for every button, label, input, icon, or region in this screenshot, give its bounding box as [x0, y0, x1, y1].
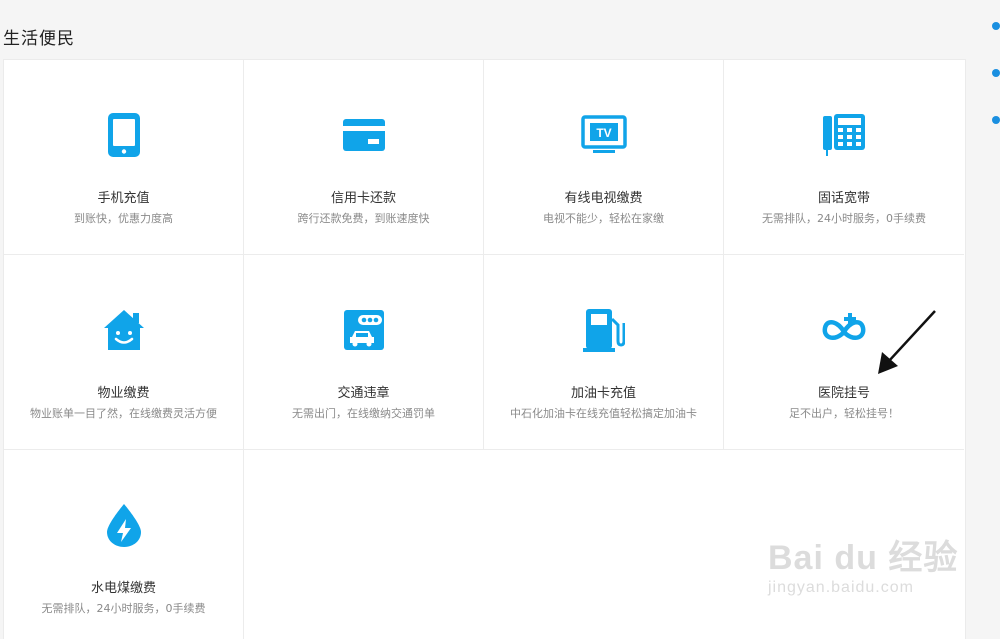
watermark-logo: Bai du 经验 — [768, 539, 959, 577]
service-tile-fuel-card[interactable]: 加油卡充值 中石化加油卡在线充值轻松搞定加油卡 — [484, 255, 724, 450]
svg-text:TV: TV — [596, 126, 611, 140]
landline-phone-icon — [724, 110, 964, 160]
water-drop-icon — [4, 500, 243, 550]
service-desc: 电视不能少，轻松在家缴 — [543, 212, 664, 225]
service-tile-utilities[interactable]: 水电煤缴费 无需排队，24小时服务，0手续费 — [4, 450, 244, 639]
service-desc: 无需排队，24小时服务，0手续费 — [762, 212, 926, 225]
service-desc: 物业账单一目了然，在线缴费灵活方便 — [30, 407, 217, 420]
fuel-pump-icon — [484, 305, 723, 355]
service-name: 有线电视缴费 — [564, 191, 643, 206]
mobile-phone-icon — [4, 110, 243, 160]
service-tile-property-fee[interactable]: 物业缴费 物业账单一目了然，在线缴费灵活方便 — [4, 255, 244, 450]
service-desc: 无需排队，24小时服务，0手续费 — [41, 602, 206, 615]
service-name: 物业缴费 — [97, 386, 150, 401]
service-name: 固话宽带 — [817, 191, 870, 206]
service-name: 手机充值 — [97, 191, 150, 206]
annotation-arrow — [878, 310, 936, 374]
section-title: 生活便民 — [3, 29, 75, 49]
car-ticket-icon — [244, 305, 483, 355]
service-name: 医院挂号 — [817, 386, 870, 401]
watermark-url: jingyan.baidu.com — [768, 579, 914, 596]
service-desc: 跨行还款免费，到账速度快 — [297, 212, 430, 225]
service-name: 信用卡还款 — [330, 191, 396, 206]
side-bullets — [992, 22, 1000, 163]
bullet-dot — [992, 69, 1000, 77]
service-tile-traffic-violation[interactable]: 交通违章 无需出门，在线缴纳交通罚单 — [244, 255, 484, 450]
credit-card-icon — [244, 110, 483, 160]
bullet-dot — [992, 22, 1000, 30]
service-name: 交通违章 — [337, 386, 390, 401]
service-name: 水电煤缴费 — [90, 581, 156, 596]
service-tile-credit-card[interactable]: 信用卡还款 跨行还款免费，到账速度快 — [244, 60, 484, 255]
service-tile-landline-broadband[interactable]: 固话宽带 无需排队，24小时服务，0手续费 — [724, 60, 964, 255]
house-icon — [4, 305, 243, 355]
tv-icon: TV — [484, 110, 723, 160]
baidu-jingyan-watermark: Bai du 经验 jingyan.baidu.com — [768, 530, 958, 597]
service-desc: 足不出户，轻松挂号！ — [789, 407, 899, 420]
service-name: 加油卡充值 — [570, 386, 636, 401]
service-desc: 中石化加油卡在线充值轻松搞定加油卡 — [510, 407, 697, 420]
service-tile-cable-tv[interactable]: TV 有线电视缴费 电视不能少，轻松在家缴 — [484, 60, 724, 255]
bullet-dot — [992, 116, 1000, 124]
service-tile-mobile-recharge[interactable]: 手机充值 到账快，优惠力度高 — [4, 60, 244, 255]
service-desc: 到账快，优惠力度高 — [74, 212, 173, 225]
service-desc: 无需出门，在线缴纳交通罚单 — [292, 407, 435, 420]
